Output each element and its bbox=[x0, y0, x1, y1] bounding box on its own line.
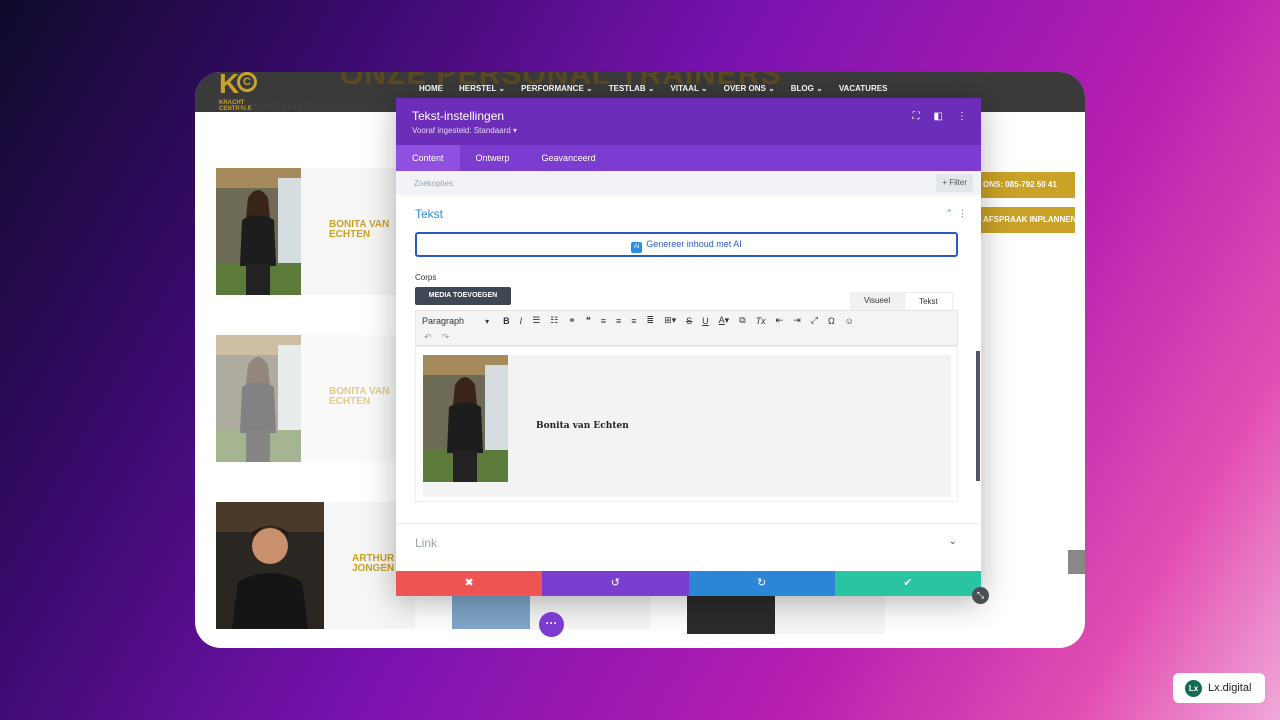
editor-content[interactable]: Bonita van Echten bbox=[423, 355, 951, 497]
clear-format-icon[interactable]: Tx bbox=[756, 316, 766, 326]
modal-header[interactable]: Tekst-instellingen Vooraf ingesteld: Sta… bbox=[396, 98, 981, 145]
bold-icon[interactable]: B bbox=[503, 316, 510, 326]
phone-cta-button[interactable]: ONS: 085-792 50 41 bbox=[979, 172, 1075, 198]
split-view-icon[interactable]: ◧ bbox=[934, 111, 943, 122]
section-title-tekst[interactable]: Tekst bbox=[415, 207, 443, 221]
chevron-down-icon[interactable]: ⌄ bbox=[949, 536, 957, 547]
body-label: Corps bbox=[415, 273, 437, 282]
text-editor[interactable]: Bonita van Echten bbox=[415, 346, 958, 502]
bullet-list-icon[interactable]: ☰ bbox=[532, 315, 540, 326]
modal-tabs: Content Ontwerp Geavanceerd bbox=[396, 145, 981, 171]
section-title-link[interactable]: Link bbox=[415, 536, 437, 550]
trainer-photo bbox=[216, 502, 324, 629]
search-input[interactable]: Zoekopties bbox=[414, 179, 453, 188]
modal-scrollbar[interactable] bbox=[976, 351, 980, 481]
trainer-photo bbox=[216, 335, 301, 462]
modal-footer: ✖ ↺ ↻ ✔ bbox=[396, 571, 981, 596]
align-center-icon[interactable]: ≡ bbox=[616, 316, 621, 326]
align-justify-icon[interactable]: ≣ bbox=[647, 315, 655, 326]
undo-icon[interactable]: ↶ bbox=[424, 332, 432, 342]
brand-name: Lx.digital bbox=[1208, 682, 1252, 694]
paste-text-icon[interactable]: ⧉ bbox=[739, 315, 745, 326]
more-vertical-icon[interactable]: ⋮ bbox=[958, 208, 967, 218]
editor-trainer-name: Bonita van Echten bbox=[536, 421, 629, 431]
chevron-up-icon[interactable]: ⌃ bbox=[945, 208, 953, 218]
page-intro-behind: ...ur, Matthias of Niels verzorgen we... bbox=[231, 102, 399, 113]
text-settings-modal: Tekst-instellingen Vooraf ingesteld: Sta… bbox=[396, 98, 981, 596]
nav-home[interactable]: HOME bbox=[419, 84, 443, 93]
logo-letter: K bbox=[219, 72, 240, 99]
underline-icon[interactable]: U bbox=[702, 316, 709, 326]
appointment-cta-button[interactable]: AFSPRAAK INPLANNEN bbox=[979, 207, 1075, 233]
tab-content[interactable]: Content bbox=[396, 145, 460, 171]
mode-text-tab[interactable]: Tekst bbox=[904, 292, 953, 310]
header-actions: ⛶ ◧ ⋮ bbox=[913, 111, 967, 122]
modal-title: Tekst-instellingen bbox=[412, 109, 505, 123]
fullscreen-editor-icon[interactable]: ⤢ bbox=[811, 315, 818, 326]
trainer-card[interactable]: BONITA VAN ECHTEN bbox=[216, 335, 415, 462]
redo-icon[interactable]: ↷ bbox=[442, 332, 450, 342]
more-options-icon[interactable]: ⋮ bbox=[957, 111, 967, 122]
trainer-photo bbox=[216, 168, 301, 295]
trainer-name: BONITA VAN ECHTEN bbox=[329, 219, 390, 240]
italic-icon[interactable]: I bbox=[520, 316, 523, 326]
editor-mode-tabs: Visueel Tekst bbox=[850, 292, 953, 310]
trainer-name: BONITA VAN ECHTEN bbox=[329, 386, 390, 407]
editor-toolbar: Paragraph ▾ B I ☰ ☷ ⚭ ❝ ≡ ≡ ≡ ≣ ⊞▾ S U A… bbox=[415, 310, 958, 346]
tab-advanced[interactable]: Geavanceerd bbox=[526, 145, 612, 171]
indent-icon[interactable]: ⇥ bbox=[793, 315, 801, 326]
preset-selector[interactable]: Vooraf ingesteld: Standaard ▾ bbox=[412, 126, 517, 135]
mode-visual-tab[interactable]: Visueel bbox=[850, 292, 905, 310]
main-nav: HOME HERSTEL ⌄ PERFORMANCE ⌄ TESTLAB ⌄ V… bbox=[419, 84, 903, 93]
section-controls: ⌃ ⋮ bbox=[945, 208, 967, 219]
outdent-icon[interactable]: ⇤ bbox=[776, 315, 784, 326]
add-media-button[interactable]: MEDIA TOEVOEGEN bbox=[415, 287, 511, 305]
redo-button[interactable]: ↻ bbox=[688, 571, 835, 596]
emoji-icon[interactable]: ☺ bbox=[845, 316, 854, 326]
nav-vitaal[interactable]: VITAAL ⌄ bbox=[671, 84, 708, 93]
generate-ai-button[interactable]: AI Genereer inhoud met AI bbox=[415, 232, 958, 257]
numbered-list-icon[interactable]: ☷ bbox=[550, 315, 558, 326]
quote-icon[interactable]: ❝ bbox=[586, 315, 591, 326]
brand-badge: Lx Lx.digital bbox=[1173, 673, 1265, 703]
ai-icon: AI bbox=[631, 242, 643, 253]
nav-blog[interactable]: BLOG ⌄ bbox=[791, 84, 823, 93]
nav-performance[interactable]: PERFORMANCE ⌄ bbox=[521, 84, 593, 93]
brand-mark-icon: Lx bbox=[1185, 679, 1202, 697]
trainer-name: ARTHUR JONGEN bbox=[352, 553, 395, 574]
tab-design[interactable]: Ontwerp bbox=[460, 145, 526, 171]
trainer-card[interactable]: ARTHUR JONGEN bbox=[216, 502, 415, 629]
nav-vacatures[interactable]: VACATURES bbox=[839, 84, 888, 93]
align-left-icon[interactable]: ≡ bbox=[601, 316, 606, 326]
more-actions-button[interactable]: ··· bbox=[539, 612, 564, 637]
link-icon[interactable]: ⚭ bbox=[568, 315, 576, 326]
fullscreen-icon[interactable]: ⛶ bbox=[913, 111, 920, 122]
paragraph-select[interactable]: Paragraph ▾ bbox=[422, 316, 489, 326]
logo-circle: C bbox=[237, 72, 257, 92]
options-search[interactable]: Zoekopties + Filter bbox=[396, 171, 981, 195]
filter-button[interactable]: + Filter bbox=[936, 174, 973, 192]
section-divider bbox=[396, 523, 981, 524]
trainer-card[interactable]: BONITA VAN ECHTEN bbox=[216, 168, 415, 295]
cancel-button[interactable]: ✖ bbox=[396, 571, 543, 596]
nav-testlab[interactable]: TESTLAB ⌄ bbox=[609, 84, 655, 93]
resize-handle-icon[interactable]: ⤡ bbox=[972, 587, 989, 604]
save-button[interactable]: ✔ bbox=[834, 571, 981, 596]
table-icon[interactable]: ⊞▾ bbox=[664, 315, 676, 326]
special-char-icon[interactable]: Ω bbox=[828, 316, 835, 326]
nav-over-ons[interactable]: OVER ONS ⌄ bbox=[724, 84, 775, 93]
scroll-top-button[interactable] bbox=[1068, 550, 1085, 574]
ai-button-label: Genereer inhoud met AI bbox=[646, 239, 742, 249]
align-right-icon[interactable]: ≡ bbox=[631, 316, 636, 326]
undo-button[interactable]: ↺ bbox=[542, 571, 689, 596]
strikethrough-icon[interactable]: S bbox=[686, 316, 692, 326]
nav-herstel[interactable]: HERSTEL ⌄ bbox=[459, 84, 505, 93]
text-color-icon[interactable]: A▾ bbox=[719, 315, 730, 326]
editor-trainer-photo[interactable] bbox=[423, 355, 508, 482]
history-controls: ↶ ↷ bbox=[424, 332, 449, 343]
